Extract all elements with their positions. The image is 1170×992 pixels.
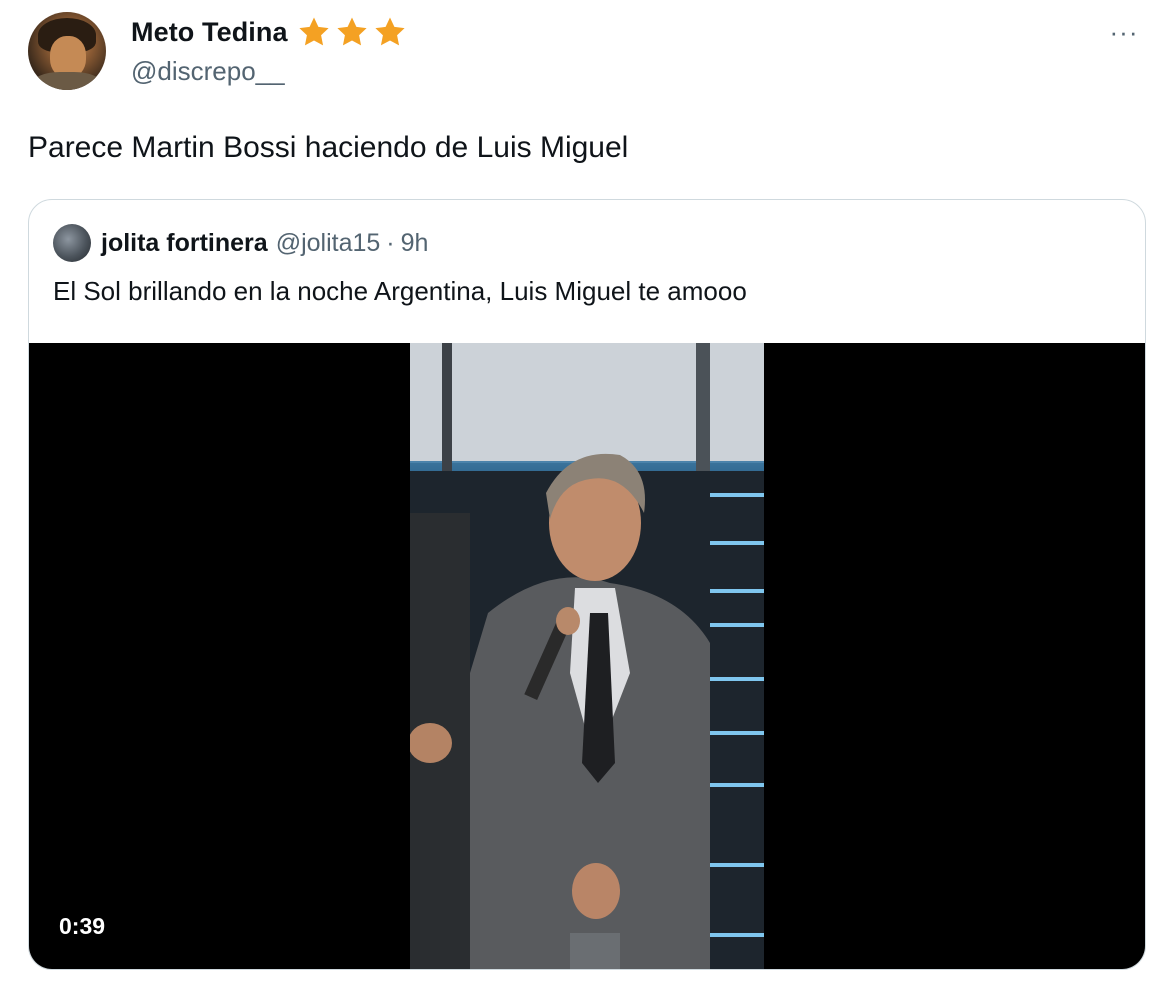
quoted-tweet[interactable]: jolita fortinera @jolita15 · 9h El Sol b… xyxy=(28,199,1146,970)
star-icon xyxy=(375,17,405,46)
tweet[interactable]: Meto Tedina @discrepo__ ··· Parece Marti… xyxy=(0,0,1170,992)
quoted-timestamp[interactable]: 9h xyxy=(401,229,429,258)
author-row: Meto Tedina xyxy=(131,14,408,50)
video-frame[interactable] xyxy=(410,343,764,969)
avatar[interactable] xyxy=(28,12,106,90)
more-options-button[interactable]: ··· xyxy=(1104,16,1144,48)
avatar-shirt xyxy=(32,72,102,90)
star-icon xyxy=(299,17,329,46)
video-still xyxy=(410,343,764,969)
quoted-display-name[interactable]: jolita fortinera xyxy=(101,229,268,258)
quoted-handle[interactable]: @jolita15 xyxy=(276,229,381,258)
badge-stars xyxy=(296,15,408,49)
handle[interactable]: @discrepo__ xyxy=(131,56,285,87)
video-duration: 0:39 xyxy=(51,909,114,944)
quoted-tweet-header: jolita fortinera @jolita15 · 9h xyxy=(53,224,428,262)
display-name[interactable]: Meto Tedina xyxy=(131,17,288,48)
tweet-text: Parece Martin Bossi haciendo de Luis Mig… xyxy=(28,131,629,164)
star-icon xyxy=(337,17,367,46)
separator-dot: · xyxy=(386,228,395,257)
video-player[interactable]: 0:39 xyxy=(29,343,1145,969)
quoted-tweet-text: El Sol brillando en la noche Argentina, … xyxy=(53,276,747,306)
quoted-avatar[interactable] xyxy=(53,224,91,262)
more-icon: ··· xyxy=(1109,17,1139,47)
